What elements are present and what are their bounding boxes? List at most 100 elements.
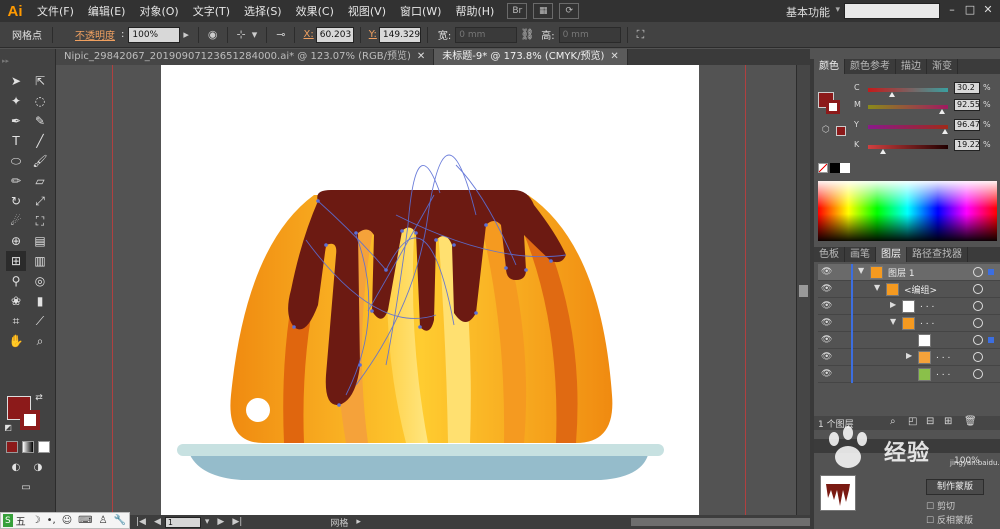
- curvature-tool-icon[interactable]: ✎: [30, 111, 50, 131]
- target-circle-icon[interactable]: [973, 352, 983, 362]
- close-tab-icon[interactable]: ✕: [417, 51, 425, 62]
- ime-toolbar[interactable]: S 五 ☽ •, ☺ ⌨ ♙ 🔧: [0, 512, 130, 529]
- slider-handle[interactable]: [942, 129, 949, 134]
- make-mask-button[interactable]: 制作蒙版: [926, 479, 984, 495]
- visibility-eye-icon[interactable]: 👁: [821, 267, 832, 277]
- layer-name[interactable]: <编组>: [904, 283, 937, 296]
- rotate-tool-icon[interactable]: ↻: [6, 191, 26, 211]
- tab-pathfinder[interactable]: 路径查找器: [907, 247, 968, 262]
- target-circle-icon[interactable]: [973, 335, 983, 345]
- zoom-tool-icon[interactable]: ⌕: [30, 331, 50, 351]
- expand-toggle-icon[interactable]: ▼: [874, 283, 880, 292]
- visibility-eye-icon[interactable]: 👁: [821, 335, 832, 345]
- direct-selection-tool-icon[interactable]: ⇱: [30, 71, 50, 91]
- gradient-tool-icon[interactable]: ▥: [30, 251, 50, 271]
- horizontal-scroll-thumb[interactable]: [631, 518, 810, 526]
- layer-name[interactable]: 图层 1: [888, 266, 915, 279]
- artboard-tool-icon[interactable]: ⌗: [6, 311, 26, 331]
- workspace-switcher[interactable]: 基本功能: [786, 4, 830, 20]
- tab-color[interactable]: 颜色: [814, 59, 845, 74]
- visibility-eye-icon[interactable]: 👁: [821, 284, 832, 294]
- opacity-field[interactable]: 100%: [128, 26, 181, 43]
- keyboard-icon[interactable]: ⌨: [75, 515, 95, 526]
- layer-name[interactable]: . . .: [936, 368, 950, 378]
- visibility-eye-icon[interactable]: 👁: [821, 352, 832, 362]
- last-artboard-icon[interactable]: ▶|: [228, 517, 246, 527]
- gamut-swatch[interactable]: [836, 126, 846, 136]
- first-artboard-icon[interactable]: |◀: [132, 517, 150, 527]
- smile-icon[interactable]: ☺: [59, 515, 75, 526]
- scale-tool-icon[interactable]: ⤢: [30, 191, 50, 211]
- layer-row[interactable]: 👁 ▼ . . .: [818, 315, 1000, 332]
- moon-icon[interactable]: ☽: [29, 515, 44, 526]
- vertical-scroll-thumb[interactable]: [799, 285, 808, 297]
- tab-color-guide[interactable]: 颜色参考: [845, 59, 896, 74]
- width-field[interactable]: 0 mm: [455, 26, 518, 43]
- layer-row[interactable]: 👁 ▼ <编组>: [818, 281, 1000, 298]
- target-circle-icon[interactable]: [973, 369, 983, 379]
- transparency-thumbnail[interactable]: [820, 475, 856, 511]
- recolor-icon[interactable]: ◉: [205, 28, 221, 41]
- ellipse-tool-icon[interactable]: ⬭: [6, 151, 26, 171]
- target-circle-icon[interactable]: [973, 318, 983, 328]
- menu-edit[interactable]: 编辑(E): [81, 3, 133, 19]
- symbol-sprayer-tool-icon[interactable]: ❀: [6, 291, 26, 311]
- lasso-tool-icon[interactable]: ◌: [30, 91, 50, 111]
- pencil-tool-icon[interactable]: ✏: [6, 171, 26, 191]
- expand-toggle-icon[interactable]: ▶: [906, 351, 912, 360]
- free-transform-tool-icon[interactable]: ⛶: [30, 211, 50, 231]
- expand-toggle-icon[interactable]: ▼: [890, 317, 896, 326]
- slider-value[interactable]: 30.2: [954, 82, 980, 94]
- layer-row[interactable]: 👁: [818, 332, 1000, 349]
- y-field[interactable]: 149.329: [378, 26, 421, 43]
- pudding-artwork[interactable]: [56, 65, 810, 515]
- tab-untitled-9[interactable]: 未标题-9* @ 173.8% (CMYK/预览) ✕: [434, 49, 628, 65]
- maximize-icon[interactable]: □: [962, 3, 978, 19]
- none-mode-swatch[interactable]: [38, 441, 50, 453]
- slice-tool-icon[interactable]: ⟋: [30, 311, 50, 331]
- slider-handle[interactable]: [939, 109, 946, 114]
- visibility-eye-icon[interactable]: 👁: [821, 301, 832, 311]
- slider-track[interactable]: [868, 88, 948, 92]
- black-swatch[interactable]: [830, 163, 840, 173]
- layer-row[interactable]: 👁 . . .: [818, 366, 1000, 383]
- out-of-gamut-icon[interactable]: ⬡: [822, 125, 830, 135]
- close-icon[interactable]: ✕: [980, 3, 996, 19]
- warp-tool-icon[interactable]: ☄: [6, 211, 26, 231]
- chevron-right-icon[interactable]: ▸: [180, 28, 192, 41]
- menu-object[interactable]: 对象(O): [132, 3, 185, 19]
- color-stroke-swatch[interactable]: [826, 100, 840, 114]
- x-field[interactable]: 60.203: [315, 26, 354, 43]
- magic-wand-tool-icon[interactable]: ✦: [6, 91, 26, 111]
- slider-black[interactable]: K 19.22 %: [850, 139, 1000, 154]
- slider-handle[interactable]: [889, 92, 896, 97]
- draw-behind-icon[interactable]: ◑: [28, 457, 48, 477]
- status-menu-icon[interactable]: ▸: [352, 517, 365, 527]
- type-tool-icon[interactable]: T: [6, 131, 26, 151]
- artboard-number-field[interactable]: 1: [164, 516, 201, 528]
- slider-magenta[interactable]: M 92.55 %: [850, 99, 1000, 114]
- layer-name[interactable]: . . .: [936, 351, 950, 361]
- ime-logo-icon[interactable]: S: [3, 514, 13, 527]
- user-icon[interactable]: ♙: [96, 515, 111, 526]
- target-circle-icon[interactable]: [973, 301, 983, 311]
- draw-normal-icon[interactable]: ◐: [6, 457, 26, 477]
- eyedropper-tool-icon[interactable]: ⚲: [6, 271, 26, 291]
- tab-nipic-document[interactable]: Nipic_29842067_20190907123651284000.ai* …: [56, 49, 435, 65]
- expand-toggle-icon[interactable]: ▶: [890, 300, 896, 309]
- y-label[interactable]: Y:: [367, 29, 379, 40]
- prev-artboard-icon[interactable]: ◀: [150, 517, 165, 527]
- slider-handle[interactable]: [880, 149, 887, 154]
- color-spectrum[interactable]: [818, 181, 997, 241]
- punctuation-icon[interactable]: •,: [44, 515, 59, 526]
- menu-help[interactable]: 帮助(H): [448, 3, 501, 19]
- stroke-color-swatch[interactable]: [20, 410, 40, 430]
- visibility-eye-icon[interactable]: 👁: [821, 369, 832, 379]
- slider-yellow[interactable]: Y 96.47 %: [850, 119, 1000, 134]
- align-icon[interactable]: ⊹: [234, 28, 249, 41]
- slider-track[interactable]: [868, 125, 948, 129]
- swap-fill-stroke-icon[interactable]: ⇄: [33, 392, 45, 404]
- menu-type[interactable]: 文字(T): [186, 3, 237, 19]
- vertical-scrollbar[interactable]: [796, 65, 810, 515]
- slider-value[interactable]: 96.47: [954, 119, 980, 131]
